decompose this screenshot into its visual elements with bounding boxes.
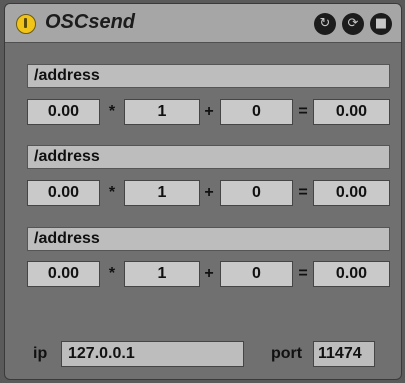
value-field-2[interactable]: 0.00 [27,180,100,206]
address-field-2[interactable]: /address [27,145,390,169]
multiplier-field-1[interactable]: 1 [124,99,200,125]
offset-field-2[interactable]: 0 [220,180,293,206]
ip-field[interactable]: 127.0.0.1 [61,341,244,367]
value-field-3[interactable]: 0.00 [27,261,100,287]
plus-sign: + [204,184,214,201]
multiplier-field-3[interactable]: 1 [124,261,200,287]
multiply-sign: * [108,184,116,201]
equals-sign: = [298,103,308,120]
result-field-3: 0.00 [313,261,390,287]
result-field-2: 0.00 [313,180,390,206]
offset-field-1[interactable]: 0 [220,99,293,125]
multiplier-field-2[interactable]: 1 [124,180,200,206]
result-field-1: 0.00 [313,99,390,125]
port-label: port [271,345,303,362]
loop-icon[interactable]: ↻ [314,13,336,35]
device-title: OSCsend [45,11,136,33]
save-icon[interactable]: ■ [370,13,392,35]
plus-sign: + [204,265,214,282]
osc-send-device: OSCsend ↻ ⟳ ■ /address 0.00 * 1 + 0 = 0.… [4,3,402,380]
value-field-1[interactable]: 0.00 [27,99,100,125]
address-field-3[interactable]: /address [27,227,390,251]
offset-field-3[interactable]: 0 [220,261,293,287]
equals-sign: = [298,265,308,282]
equals-sign: = [298,184,308,201]
multiply-sign: * [108,265,116,282]
port-field[interactable]: 11474 [313,341,375,367]
multiply-sign: * [108,103,116,120]
ip-label: ip [33,345,48,362]
power-toggle-icon[interactable] [16,14,36,34]
plus-sign: + [204,103,214,120]
address-field-1[interactable]: /address [27,64,390,88]
refresh-icon[interactable]: ⟳ [342,13,364,35]
device-title-bar: OSCsend ↻ ⟳ ■ [5,4,401,43]
